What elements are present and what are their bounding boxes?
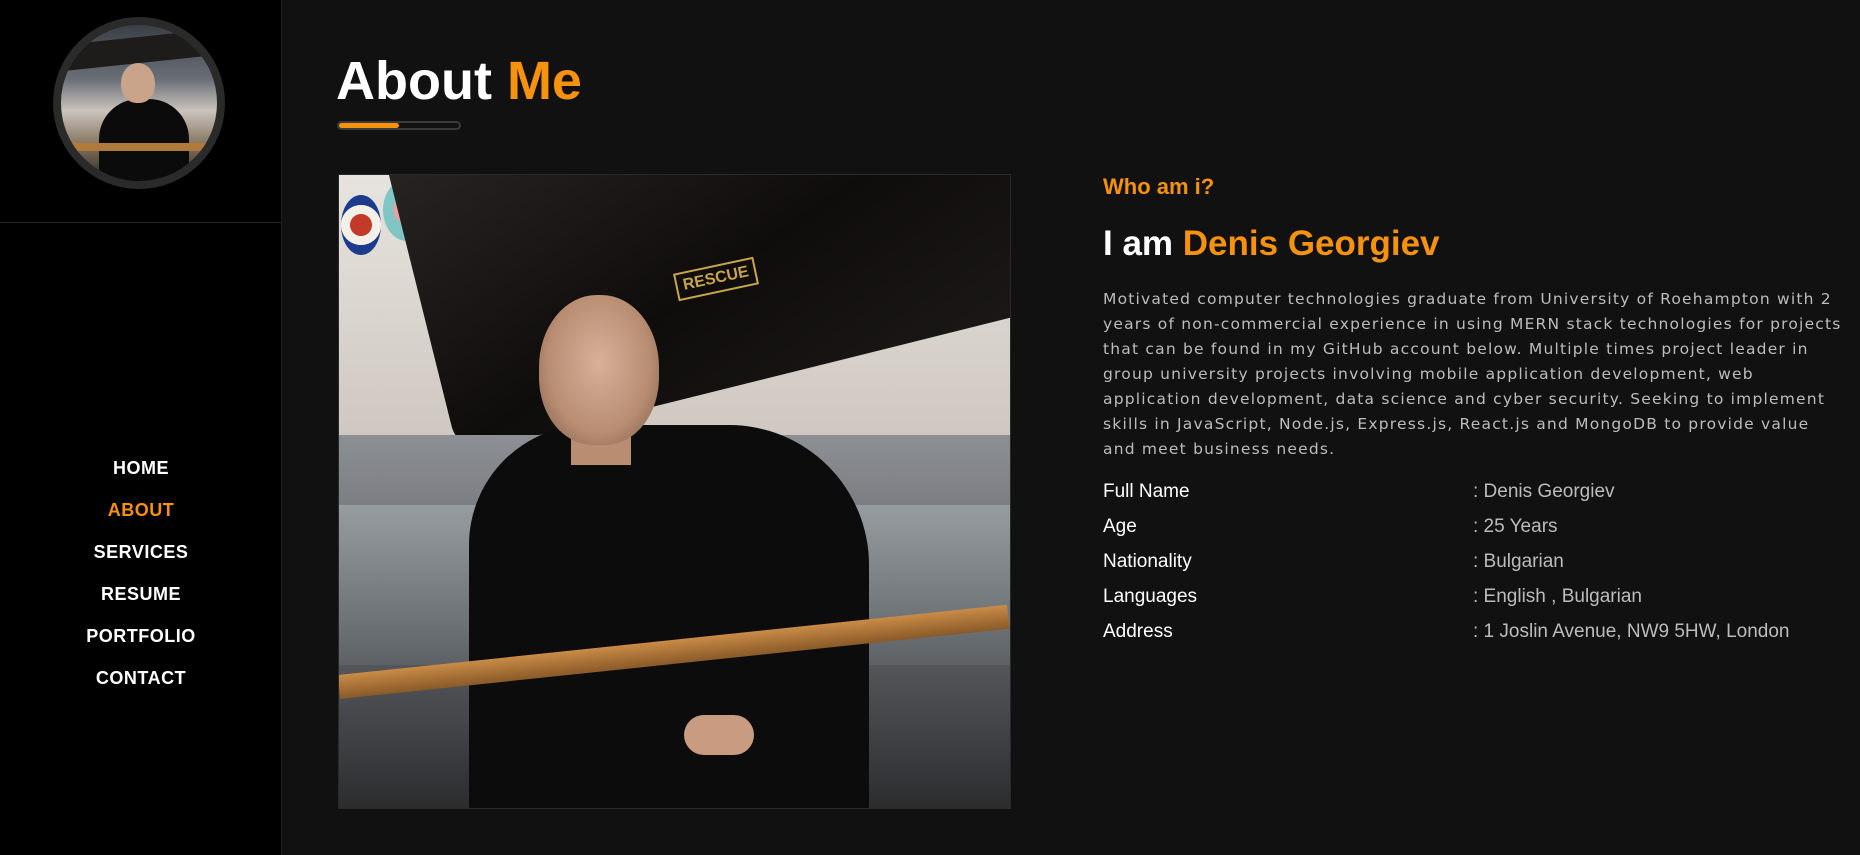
person-head [539,295,659,445]
raf-roundel-icon [341,195,381,255]
nav-item-services[interactable]: SERVICES [0,539,282,581]
detail-label: Age [1103,516,1137,537]
sidebar: HOME ABOUT SERVICES RESUME PORTFOLIO CON… [0,0,282,855]
page-title-main: About [336,51,492,111]
detail-label: Languages [1103,586,1198,607]
intro-prefix: I am [1103,224,1174,263]
detail-label: Address [1103,621,1173,642]
title-underline-bar [337,121,461,130]
detail-row-age: Age : 25 Years [1103,513,1843,548]
detail-value: : 25 Years [1473,516,1558,537]
profile-photo-icon [61,25,217,181]
detail-value: : 1 Joslin Avenue, NW9 5HW, London [1473,621,1790,642]
detail-label: Full Name [1103,481,1190,502]
nav-item-resume[interactable]: RESUME [0,581,282,623]
main-nav: HOME ABOUT SERVICES RESUME PORTFOLIO CON… [0,455,282,707]
detail-label: Nationality [1103,551,1192,572]
person-torso [469,425,869,808]
detail-value: : English , Bulgarian [1473,586,1642,607]
intro-heading: I am Denis Georgiev [1103,221,1440,267]
nav-item-contact[interactable]: CONTACT [0,665,282,707]
page-title: About Me [336,46,582,116]
details-list: Full Name : Denis Georgiev Age : 25 Year… [1103,478,1843,653]
about-subtitle: Who am i? [1103,174,1215,199]
sidebar-divider [0,222,282,223]
avatar[interactable] [53,17,225,189]
bio-text: Motivated computer technologies graduate… [1103,290,1842,458]
detail-row-languages: Languages : English , Bulgarian [1103,583,1843,618]
nav-item-home[interactable]: HOME [0,455,282,497]
profile-photo: RESCUE [338,174,1011,809]
main-content: About Me RESCUE Who am i? I am Denis Geo… [283,0,1860,855]
detail-value: : Bulgarian [1473,551,1564,572]
page-title-accent: Me [506,51,582,111]
detail-row-full-name: Full Name : Denis Georgiev [1103,478,1843,513]
detail-row-nationality: Nationality : Bulgarian [1103,548,1843,583]
title-underline-fill [339,123,399,128]
nav-item-portfolio[interactable]: PORTFOLIO [0,623,282,665]
detail-row-address: Address : 1 Joslin Avenue, NW9 5HW, Lond… [1103,618,1843,653]
nav-item-about[interactable]: ABOUT [0,497,282,539]
detail-value: : Denis Georgiev [1473,481,1615,502]
intro-name: Denis Georgiev [1182,224,1440,263]
